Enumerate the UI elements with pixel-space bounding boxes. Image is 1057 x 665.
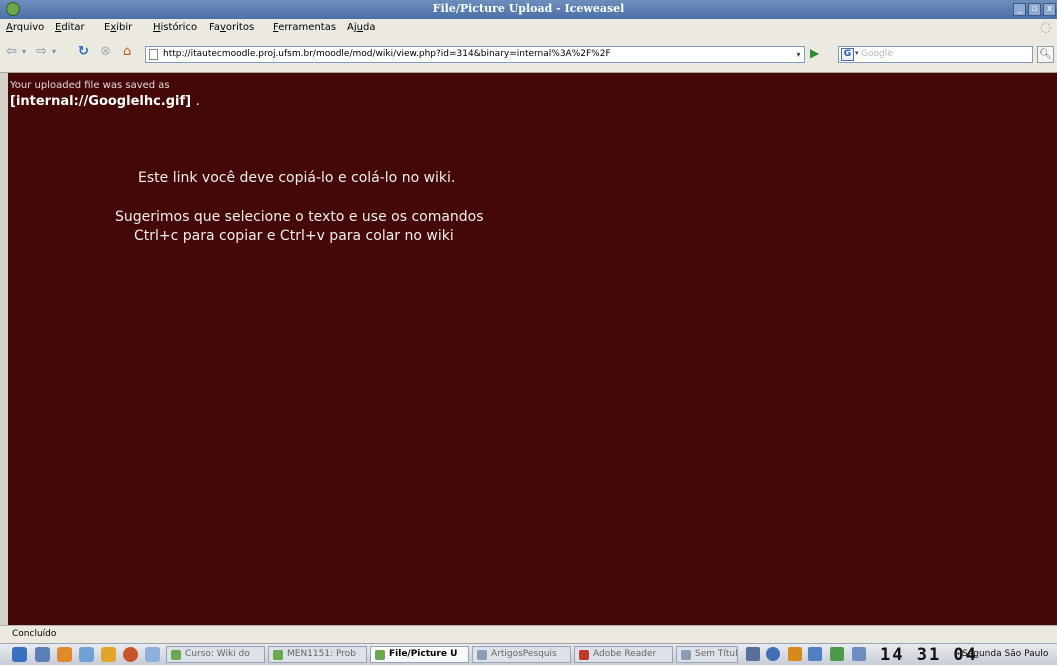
task-adobe-reader[interactable]: Adobe Reader bbox=[574, 646, 673, 663]
instruction-select-text: Sugerimos que selecione o texto e use os… bbox=[115, 209, 484, 225]
saved-link-dot: . bbox=[195, 94, 200, 109]
search-box[interactable]: G ▾ Google bbox=[838, 46, 1033, 63]
search-icon[interactable]: 🔍︎ bbox=[1037, 46, 1054, 63]
task-browser-icon bbox=[171, 650, 181, 660]
task-browser-icon bbox=[273, 650, 283, 660]
kmenu-icon[interactable] bbox=[12, 647, 27, 662]
status-bar: Concluído bbox=[0, 625, 1057, 644]
office-icon[interactable] bbox=[145, 647, 160, 662]
saved-file-link: [internal://Googlelhc.gif] . bbox=[10, 94, 200, 109]
back-dropdown-icon[interactable]: ▾ bbox=[22, 47, 26, 56]
task-men1151[interactable]: MEN1151: Prob bbox=[268, 646, 367, 663]
page-content: Your uploaded file was saved as [interna… bbox=[8, 73, 1057, 625]
task-artigos-pesquisa[interactable]: ArtigosPesquis bbox=[472, 646, 571, 663]
close-button[interactable]: x bbox=[1043, 3, 1056, 16]
reload-icon[interactable]: ↻ bbox=[78, 44, 89, 59]
page-icon bbox=[149, 49, 158, 60]
instruction-copy-link: Este link você deve copiá-lo e colá-lo n… bbox=[138, 170, 456, 186]
menu-editar[interactable]: Editar bbox=[55, 22, 85, 33]
throbber-icon: ◌ bbox=[1040, 20, 1052, 35]
browser-icon[interactable] bbox=[123, 647, 138, 662]
forward-dropdown-icon[interactable]: ▾ bbox=[52, 47, 56, 56]
menu-ajuda[interactable]: Ajuda bbox=[347, 22, 375, 33]
home-folder-icon[interactable] bbox=[57, 647, 72, 662]
go-icon[interactable]: ▶ bbox=[810, 46, 819, 60]
task-folder-icon bbox=[477, 650, 487, 660]
engine-dropdown-icon[interactable]: ▾ bbox=[855, 49, 859, 57]
task-curso-wiki[interactable]: Curso: Wiki do bbox=[166, 646, 265, 663]
forward-icon[interactable]: ⇨ bbox=[36, 44, 47, 59]
window-titlebar: File/Picture Upload - Iceweasel _ ▫ x bbox=[0, 0, 1057, 19]
task-sem-titulo[interactable]: Sem Título1 - bbox=[676, 646, 738, 663]
task-document-icon bbox=[681, 650, 691, 660]
saved-message: Your uploaded file was saved as bbox=[10, 80, 170, 91]
network-signal-icon[interactable] bbox=[788, 647, 802, 661]
menu-historico[interactable]: Histórico bbox=[153, 22, 197, 33]
task-file-picture[interactable]: File/Picture U bbox=[370, 646, 469, 663]
menu-bar: Arquivo Editar Exibir Histórico Favorito… bbox=[0, 19, 1057, 36]
url-bar[interactable]: http://itautecmoodle.proj.ufsm.br/moodle… bbox=[145, 46, 805, 63]
search-engine-icon[interactable]: G bbox=[841, 48, 854, 61]
clock-day-timezone: Segunda São Paulo bbox=[962, 649, 1049, 659]
window-title: File/Picture Upload - Iceweasel bbox=[432, 2, 625, 15]
menu-favoritos[interactable]: Favoritos bbox=[209, 22, 254, 33]
stop-icon[interactable]: ⊗ bbox=[100, 44, 111, 59]
status-text: Concluído bbox=[12, 629, 57, 639]
menu-arquivo[interactable]: Arquivo bbox=[6, 22, 44, 33]
maximize-button[interactable]: ▫ bbox=[1028, 3, 1041, 16]
search-placeholder: Google bbox=[861, 49, 893, 59]
update-icon[interactable] bbox=[830, 647, 844, 661]
menu-exibir[interactable]: Exibir bbox=[104, 22, 132, 33]
volume-icon[interactable] bbox=[766, 647, 780, 661]
task-adobe-icon bbox=[579, 650, 589, 660]
saved-link-text: [internal://Googlelhc.gif] bbox=[10, 94, 192, 109]
taskbar: Curso: Wiki do MEN1151: Prob File/Pictur… bbox=[0, 643, 1057, 665]
url-text: http://itautecmoodle.proj.ufsm.br/moodle… bbox=[163, 49, 611, 59]
desktop-icon[interactable] bbox=[35, 647, 50, 662]
back-icon[interactable]: ⇦ bbox=[6, 44, 17, 59]
instruction-shortcuts: Ctrl+c para copiar e Ctrl+v para colar n… bbox=[134, 228, 454, 244]
network-manager-icon[interactable] bbox=[808, 647, 822, 661]
task-browser-icon bbox=[375, 650, 385, 660]
minimize-button[interactable]: _ bbox=[1013, 3, 1026, 16]
mail-icon[interactable] bbox=[101, 647, 116, 662]
navigation-toolbar: ⇦ ▾ ⇨ ▾ ↻ ⊗ ⌂ http://itautecmoodle.proj.… bbox=[0, 36, 1057, 73]
clipboard-icon[interactable] bbox=[852, 647, 866, 661]
home-icon[interactable]: ⌂ bbox=[123, 44, 131, 59]
keyboard-layout-icon[interactable] bbox=[746, 647, 760, 661]
file-manager-icon[interactable] bbox=[79, 647, 94, 662]
menu-ferramentas[interactable]: Ferramentas bbox=[273, 22, 336, 33]
url-dropdown-icon[interactable]: ▾ bbox=[792, 46, 805, 63]
